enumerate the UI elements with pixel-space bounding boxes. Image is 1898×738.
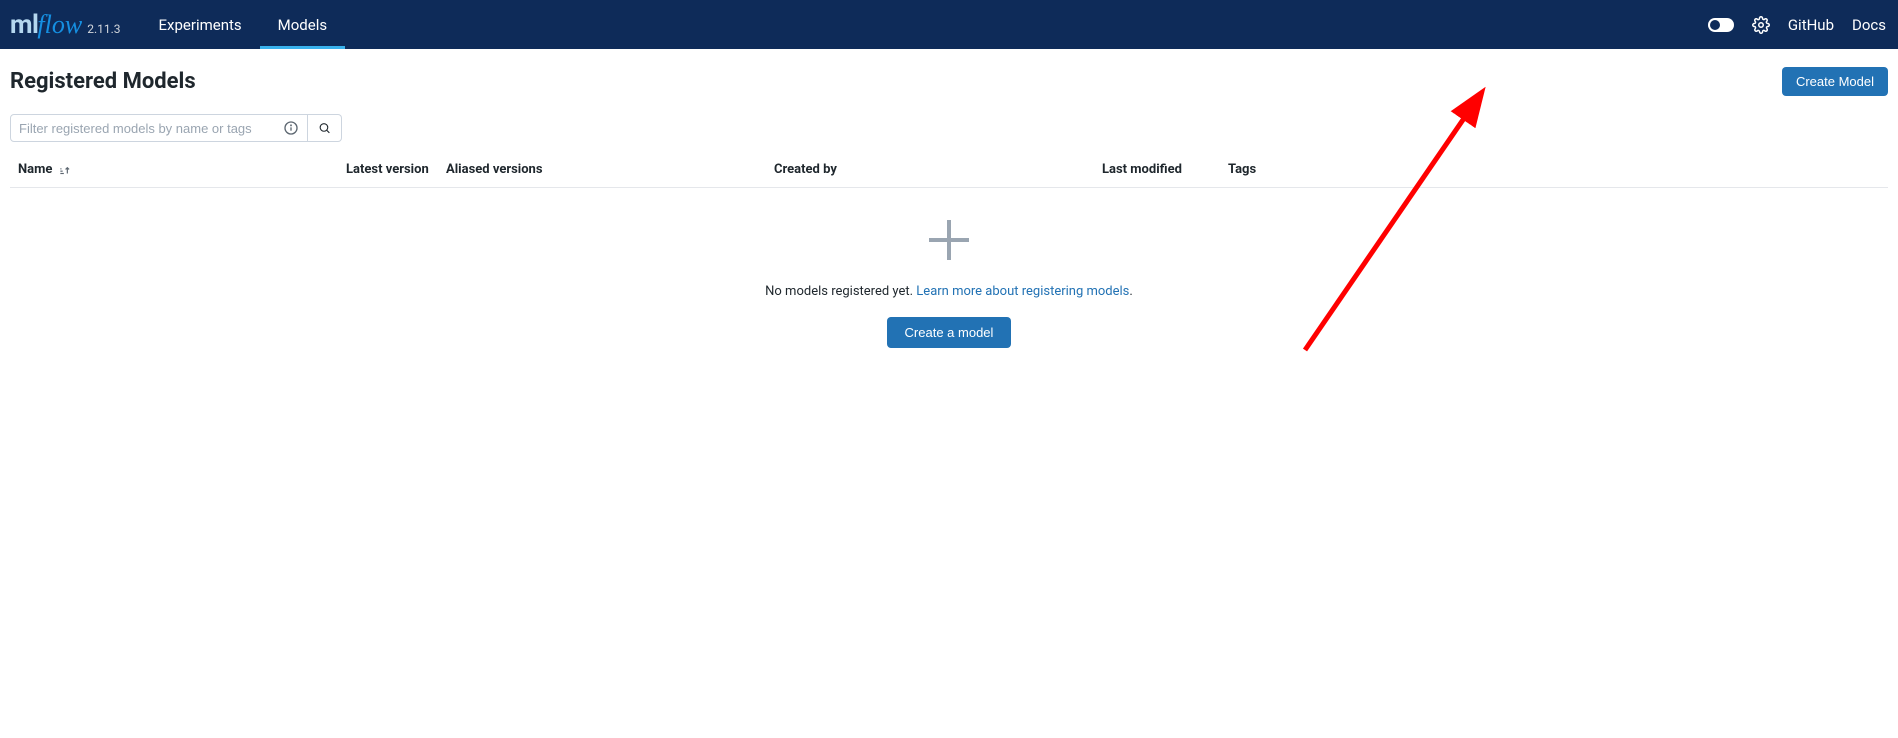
github-link[interactable]: GitHub — [1788, 16, 1834, 34]
page-header: Registered Models Create Model — [10, 67, 1888, 96]
column-tags-label: Tags — [1228, 162, 1256, 177]
empty-message-prefix: No models registered yet. — [765, 284, 916, 299]
logo-text-ml: ml — [10, 10, 38, 40]
table-header: Name Latest version Aliased versions Cre… — [10, 152, 1888, 188]
info-icon[interactable] — [283, 120, 299, 136]
empty-state: No models registered yet. Learn more abo… — [10, 188, 1888, 348]
column-created-label: Created by — [774, 162, 837, 177]
docs-link[interactable]: Docs — [1852, 16, 1886, 34]
column-name[interactable]: Name — [18, 162, 346, 177]
column-aliased-versions[interactable]: Aliased versions — [446, 162, 774, 177]
column-latest-label: Latest version — [346, 162, 429, 177]
filter-input-wrap — [10, 114, 308, 142]
create-model-button[interactable]: Create Model — [1782, 67, 1888, 96]
nav-tabs: Experiments Models — [141, 0, 346, 49]
tab-experiments[interactable]: Experiments — [141, 0, 260, 49]
create-a-model-button[interactable]: Create a model — [887, 317, 1012, 348]
sort-asc-icon — [58, 163, 72, 177]
logo-version: 2.11.3 — [87, 22, 120, 36]
column-latest-version[interactable]: Latest version — [346, 162, 446, 177]
top-header: ml flow 2.11.3 Experiments Models GitHub… — [0, 0, 1898, 49]
mlflow-logo[interactable]: ml flow 2.11.3 — [10, 10, 121, 40]
column-last-modified[interactable]: Last modified — [1102, 162, 1228, 177]
gear-icon[interactable] — [1752, 16, 1770, 34]
plus-icon — [925, 216, 973, 264]
tab-models-label: Models — [278, 16, 327, 34]
theme-toggle[interactable] — [1708, 18, 1734, 32]
column-modified-label: Last modified — [1102, 162, 1182, 177]
learn-more-link[interactable]: Learn more about registering models — [916, 284, 1129, 299]
filter-input[interactable] — [19, 121, 283, 136]
filter-row — [10, 114, 1888, 142]
column-created-by[interactable]: Created by — [774, 162, 1102, 177]
header-left: ml flow 2.11.3 Experiments Models — [10, 0, 345, 49]
page-title: Registered Models — [10, 69, 196, 94]
logo-text-flow: flow — [37, 10, 82, 40]
column-aliased-label: Aliased versions — [446, 162, 543, 177]
column-tags[interactable]: Tags — [1228, 162, 1328, 177]
empty-message: No models registered yet. Learn more abo… — [765, 284, 1133, 299]
search-button[interactable] — [308, 114, 342, 142]
tab-models[interactable]: Models — [260, 0, 345, 49]
search-icon — [318, 120, 331, 136]
empty-message-suffix: . — [1129, 284, 1132, 299]
tab-experiments-label: Experiments — [159, 16, 242, 34]
page-content: Registered Models Create Model Name — [0, 49, 1898, 348]
header-right: GitHub Docs — [1708, 16, 1886, 34]
column-name-label: Name — [18, 162, 52, 177]
